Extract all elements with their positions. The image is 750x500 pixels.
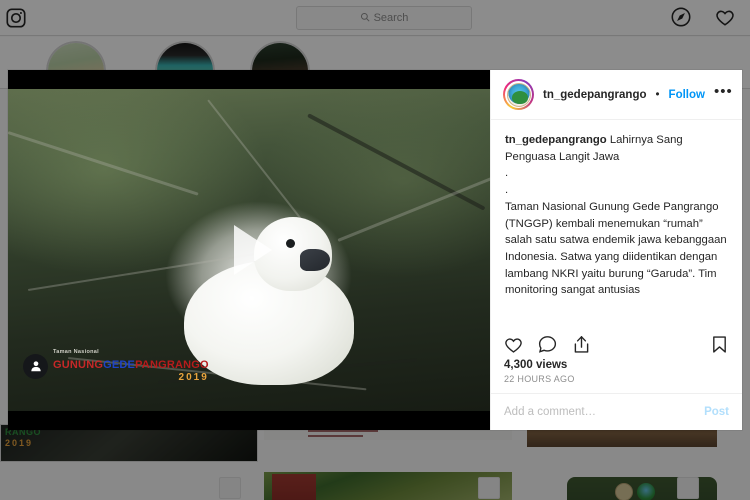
watermark-text-block: Taman Nasional GUNUNGGEDEPANGRANGO 2019 [53,348,209,384]
more-options-icon[interactable]: ••• [714,84,733,101]
avatar-inner [505,81,532,108]
heart-like-icon[interactable] [503,334,524,355]
comment-input[interactable] [504,406,697,418]
post-timestamp: 22 HOURS AGO [504,374,575,384]
watermark-year: 2019 [178,372,209,383]
comment-bubble-icon[interactable] [537,334,558,355]
video-pane[interactable]: Taman Nasional GUNUNGGEDEPANGRANGO 2019 [8,70,490,430]
watermark-word-2: GEDE [103,359,136,371]
caption-area: tn_gedepangrango Lahirnya Sang Penguasa … [491,120,742,329]
post-caption: tn_gedepangrango Lahirnya Sang Penguasa … [505,132,728,299]
watermark-subtitle: Taman Nasional [53,348,99,355]
header-separator: • [655,88,660,101]
video-watermark: Taman Nasional GUNUNGGEDEPANGRANGO 2019 [23,348,209,384]
post-actions-bar [491,329,742,355]
twig [337,175,490,242]
follow-button[interactable]: Follow [669,89,705,101]
post-header: tn_gedepangrango • Follow ••• [491,70,742,120]
post-username[interactable]: tn_gedepangrango [543,89,647,101]
post-modal: Taman Nasional GUNUNGGEDEPANGRANGO 2019 … [8,70,742,430]
watermark-avatar-icon [23,353,48,379]
twig [207,99,308,227]
eagle-chick-eye [286,239,295,248]
post-comment-button[interactable]: Post [704,406,729,418]
watermark-word-1: GUNUNG [53,359,104,371]
bookmark-save-icon[interactable] [709,334,730,355]
twig [8,131,199,196]
views-count: 4,300 views [504,359,568,371]
twig [307,113,486,211]
watermark-title: GUNUNGGEDEPANGRANGO [53,359,209,371]
video-frame: Taman Nasional GUNUNGGEDEPANGRANGO 2019 [8,89,490,411]
caption-username[interactable]: tn_gedepangrango [505,134,607,146]
park-logo-icon [506,82,531,107]
comment-bar: Post [491,393,742,430]
avatar[interactable] [503,79,534,110]
post-info-pane: tn_gedepangrango • Follow ••• tn_gedepan… [490,70,742,430]
watermark-word-3: PANGRANGO [135,359,209,371]
share-arrow-icon[interactable] [571,334,592,355]
caption-body: Lahirnya Sang Penguasa Langit Jawa . . T… [505,134,727,297]
play-button-icon[interactable] [212,213,286,287]
